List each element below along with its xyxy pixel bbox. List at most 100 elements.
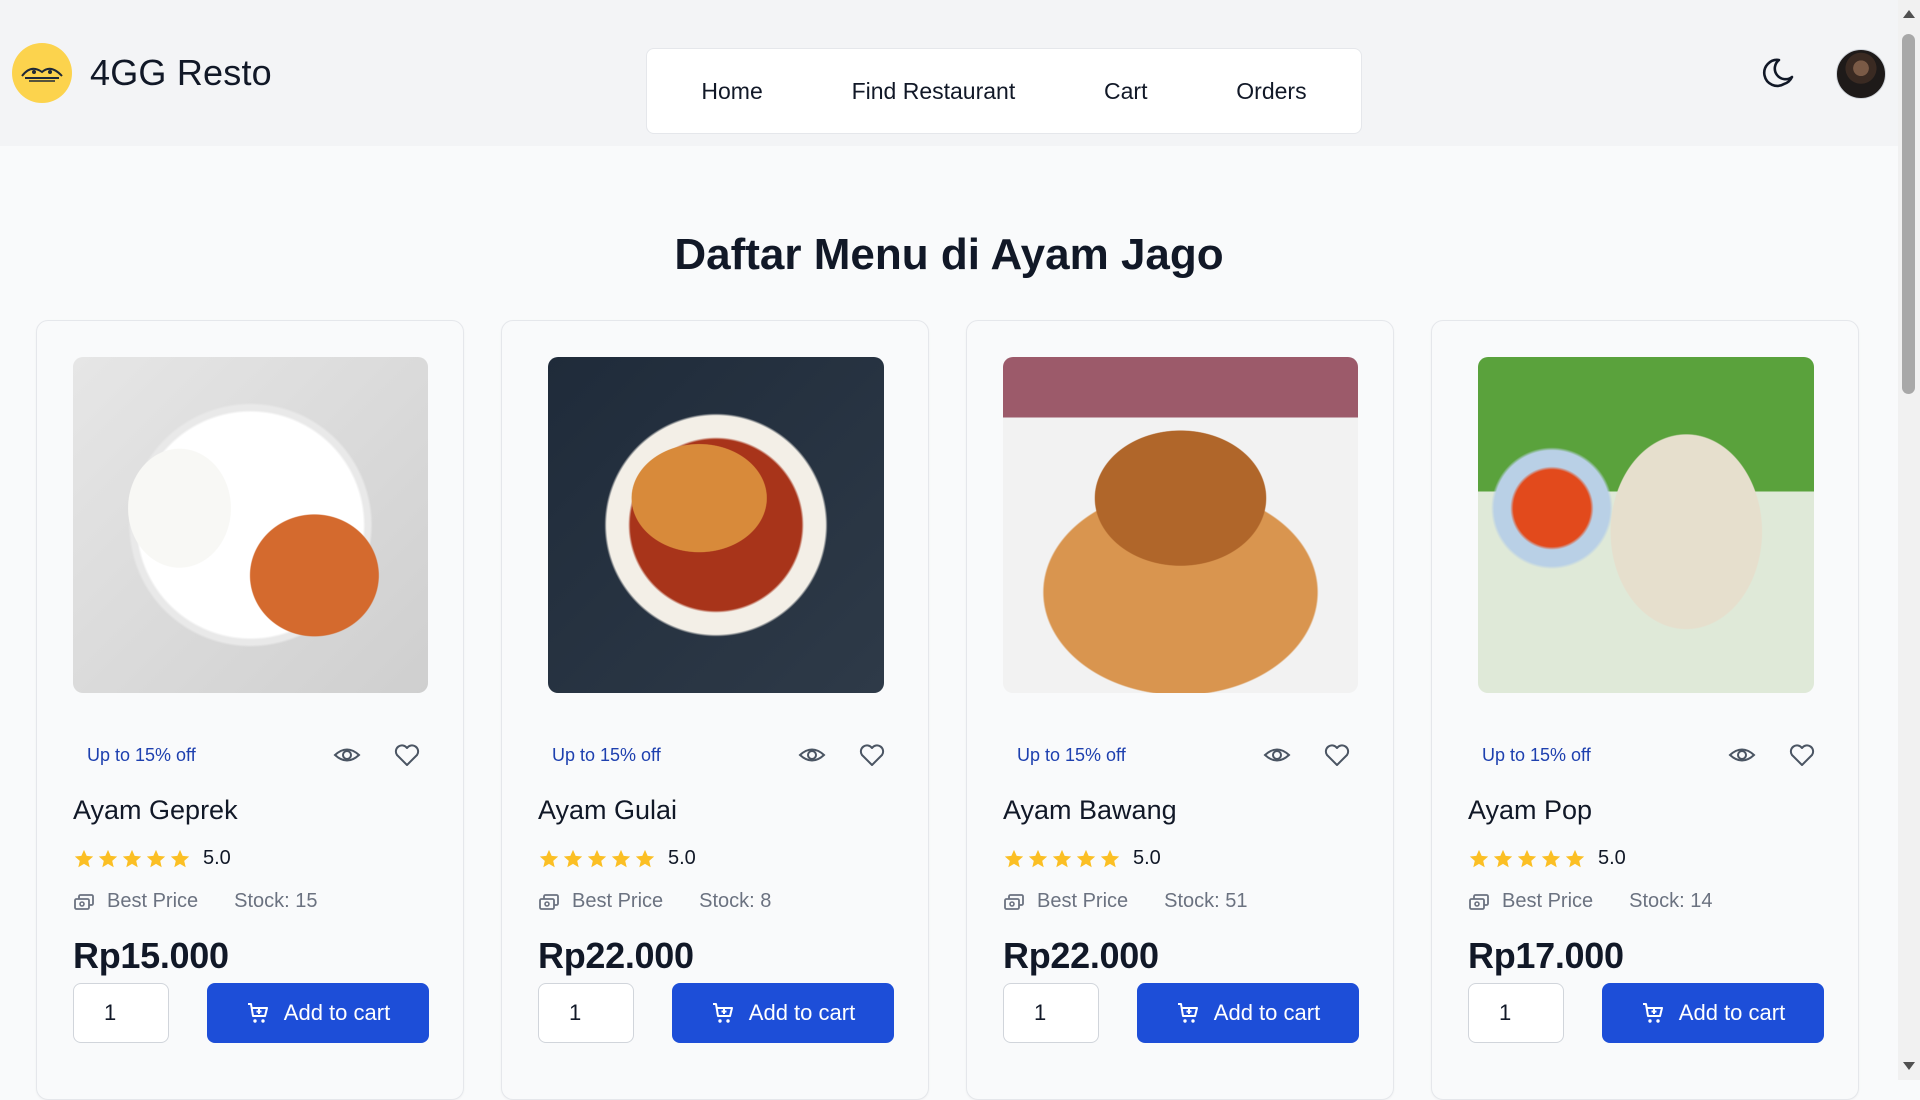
info-row: Best Price Stock: 51 [1003,890,1248,913]
star-icon [1052,849,1072,867]
menu-image-wrapper [1468,357,1823,693]
quick-view-eye-icon[interactable] [331,739,363,771]
star-icon [1004,849,1024,867]
menu-image-ayam-bawang[interactable] [1003,357,1358,693]
star-icon [1076,849,1096,867]
menu-image-ayam-gulai[interactable] [547,357,884,693]
price-tag-icon [538,891,560,913]
quantity-input[interactable] [73,983,169,1043]
favorite-heart-icon[interactable] [856,739,888,771]
quick-view-eye-icon[interactable] [796,739,828,771]
menu-meta-row: Up to 15% off [538,737,893,773]
favorite-heart-icon[interactable] [391,739,423,771]
scrollbar-thumb[interactable] [1902,34,1915,394]
add-to-cart-button[interactable]: Add to cart [672,983,894,1043]
star-icon [1469,849,1489,867]
quantity-input[interactable] [1003,983,1099,1043]
menu-card: Up to 15% off Ayam Bawang 5.0 Best Price… [966,320,1394,1100]
menu-image-wrapper [538,357,893,693]
price-tag-icon [1468,891,1490,913]
add-to-cart-button[interactable]: Add to cart [1602,983,1824,1043]
menu-card: Up to 15% off Ayam Geprek 5.0 Best Price… [36,320,464,1100]
quantity-input[interactable] [538,983,634,1043]
rating-stars [73,848,191,870]
page-title: Daftar Menu di Ayam Jago [674,230,1224,279]
cart-plus-icon [1641,1001,1665,1025]
brand-name[interactable]: 4GG Resto [90,52,272,94]
menu-image-ayam-geprek[interactable] [73,357,428,693]
favorite-heart-icon[interactable] [1786,739,1818,771]
discount-badge: Up to 15% off [538,737,675,773]
stock-label: Stock: 8 [699,890,772,912]
menu-name[interactable]: Ayam Bawang [1003,795,1177,826]
page-scrollbar[interactable] [1898,0,1920,1080]
menu-meta-row: Up to 15% off [73,737,428,773]
menu-meta-row: Up to 15% off [1468,737,1823,773]
add-to-cart-button[interactable]: Add to cart [1137,983,1359,1043]
star-icon [146,849,166,867]
nav-item-find-restaurant[interactable]: Find Restaurant [840,70,1028,113]
star-icon [122,849,142,867]
rating: 5.0 [73,847,231,870]
quick-view-eye-icon[interactable] [1726,739,1758,771]
cart-plus-icon [1176,1001,1200,1025]
rating: 5.0 [1468,847,1626,870]
rating-value: 5.0 [1133,847,1161,869]
menu-price: Rp22.000 [538,935,694,976]
discount-badge: Up to 15% off [1003,737,1140,773]
add-to-cart-label: Add to cart [283,1000,391,1025]
nav-item-cart[interactable]: Cart [1092,70,1159,113]
rating-stars [538,848,656,870]
best-price-label: Best Price [1502,890,1594,912]
rating-stars [1003,848,1121,870]
quantity-input[interactable] [1468,983,1564,1043]
add-to-cart-button[interactable]: Add to cart [207,983,429,1043]
quick-view-eye-icon[interactable] [1261,739,1293,771]
price-tag-icon [73,891,95,913]
menu-name[interactable]: Ayam Geprek [73,795,238,826]
menu-card: Up to 15% off Ayam Pop 5.0 Best Price St… [1431,320,1859,1100]
add-to-cart-label: Add to cart [748,1000,856,1025]
rating-value: 5.0 [1598,847,1626,869]
star-icon [98,849,118,867]
menu-name[interactable]: Ayam Pop [1468,795,1592,826]
add-to-cart-label: Add to cart [1678,1000,1786,1025]
discount-badge: Up to 15% off [1468,737,1605,773]
star-icon [1565,849,1585,867]
info-row: Best Price Stock: 14 [1468,890,1713,913]
favorite-heart-icon[interactable] [1321,739,1353,771]
star-icon [563,849,583,867]
star-icon [1028,849,1048,867]
rating: 5.0 [1003,847,1161,870]
best-price-label: Best Price [1037,890,1129,912]
main-nav: Home Find Restaurant Cart Orders [646,48,1362,134]
scroll-down-arrow-icon[interactable] [1903,1062,1915,1070]
info-row: Best Price Stock: 15 [73,890,318,913]
scroll-up-arrow-icon[interactable] [1903,10,1915,18]
star-icon [539,849,559,867]
menu-card: Up to 15% off Ayam Gulai 5.0 Best Price … [501,320,929,1100]
brand[interactable]: 4GG Resto [12,43,272,103]
menu-image-wrapper [73,357,428,693]
nav-item-home[interactable]: Home [689,70,774,113]
user-avatar[interactable] [1836,49,1886,99]
menu-meta-row: Up to 15% off [1003,737,1358,773]
info-row: Best Price Stock: 8 [538,890,771,913]
theme-toggle-moon-icon[interactable] [1758,54,1798,94]
cart-plus-icon [711,1001,735,1025]
menu-image-wrapper [1003,357,1358,693]
menu-name[interactable]: Ayam Gulai [538,795,677,826]
nav-item-orders[interactable]: Orders [1224,70,1318,113]
menu-image-ayam-pop[interactable] [1477,357,1814,693]
rating-value: 5.0 [203,847,231,869]
star-icon [587,849,607,867]
star-icon [1100,849,1120,867]
rating-value: 5.0 [668,847,696,869]
logo-icon[interactable] [12,43,72,103]
rating: 5.0 [538,847,696,870]
star-icon [635,849,655,867]
star-icon [1541,849,1561,867]
menu-grid: Up to 15% off Ayam Geprek 5.0 Best Price… [36,320,1862,1100]
best-price-label: Best Price [572,890,664,912]
add-to-cart-label: Add to cart [1213,1000,1321,1025]
